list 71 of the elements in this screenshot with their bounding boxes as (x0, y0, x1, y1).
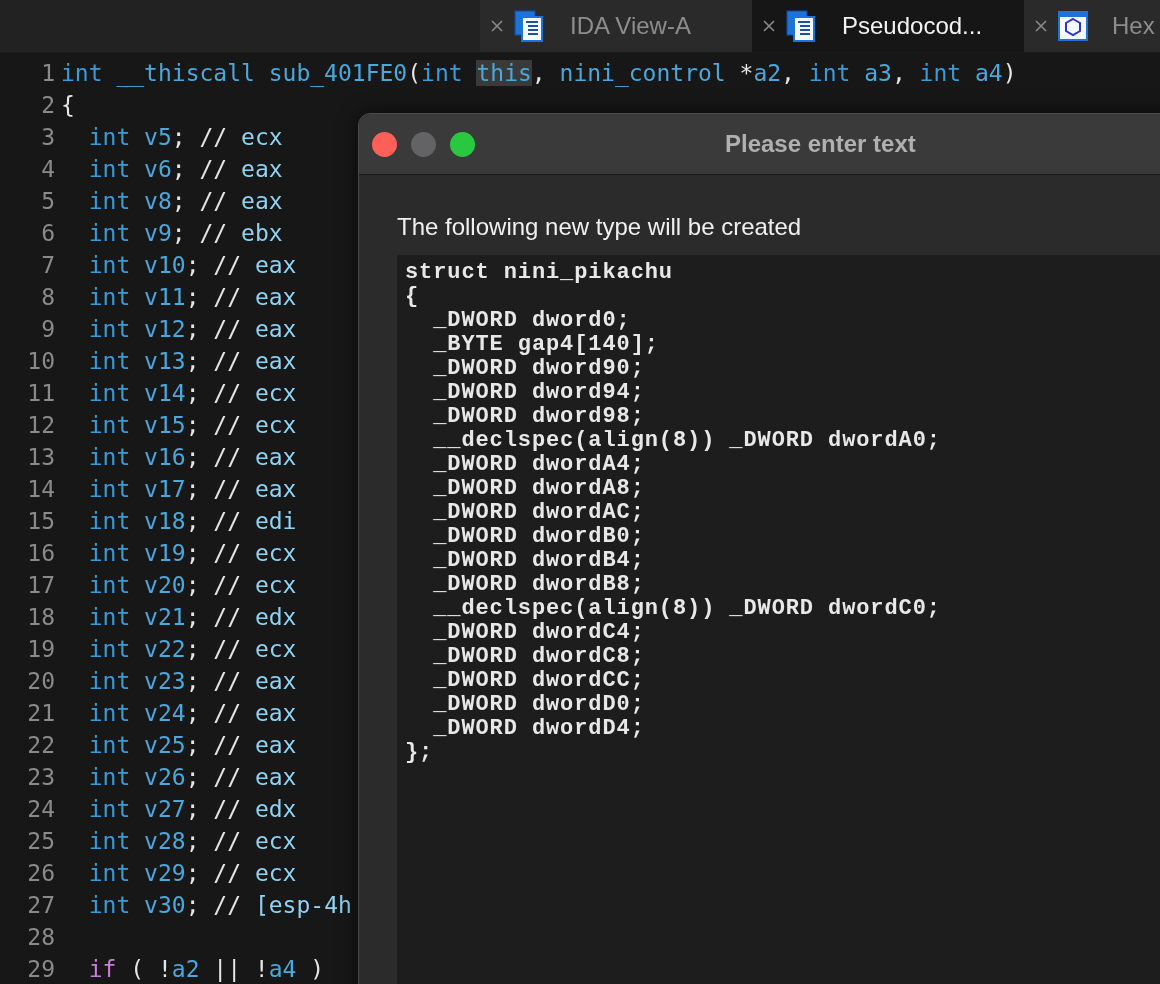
code-line: int v13; // eax (87, 347, 297, 376)
line-number: 11 (26, 379, 56, 408)
code-line: int v9; // ebx (87, 219, 283, 248)
line-number: 21 (26, 699, 56, 728)
code-line: int v20; // ecx (87, 571, 297, 600)
line-number: 2 (40, 91, 56, 120)
code-line: int v17; // eax (87, 475, 297, 504)
code-line: int v8; // eax (87, 187, 283, 216)
zoom-window-button[interactable] (450, 131, 475, 157)
line-number: 12 (26, 411, 56, 440)
code-line: int v14; // ecx (87, 379, 297, 408)
line-number: 13 (26, 443, 56, 472)
line-number: 3 (40, 123, 56, 152)
line-number: 19 (26, 635, 56, 664)
close-window-button[interactable] (372, 131, 397, 157)
editor-tab[interactable]: Hex (1024, 0, 1160, 52)
line-number: 22 (26, 731, 56, 760)
line-number: 25 (26, 827, 56, 856)
code-line: int v10; // eax (87, 251, 297, 280)
line-number: 8 (40, 283, 56, 312)
code-line: int v5; // ecx (87, 123, 283, 152)
editor-tab[interactable]: IDA View-A (480, 0, 752, 52)
code-line: int v29; // ecx (87, 859, 297, 888)
code-line: int v24; // eax (87, 699, 297, 728)
line-number: 9 (40, 315, 56, 344)
code-line: int v11; // eax (87, 283, 297, 312)
line-number: 26 (26, 859, 56, 888)
code-line: int v15; // ecx (87, 411, 297, 440)
line-number: 15 (26, 507, 56, 536)
code-line: int v27; // edx (87, 795, 297, 824)
close-icon[interactable] (490, 19, 504, 33)
line-number: 1 (40, 59, 56, 88)
line-number: 27 (26, 891, 56, 920)
code-line: { (61, 91, 75, 120)
line-number: 17 (26, 571, 56, 600)
editor-tab[interactable]: Pseudocod... (752, 0, 1024, 52)
line-number: 16 (26, 539, 56, 568)
code-line: int v12; // eax (87, 315, 297, 344)
document-list-icon (514, 10, 546, 42)
code-line: int v19; // ecx (87, 539, 297, 568)
close-icon[interactable] (762, 19, 776, 33)
line-number: 14 (26, 475, 56, 504)
line-number: 4 (40, 155, 56, 184)
hexagon-window-icon (1058, 11, 1088, 41)
line-number: 6 (40, 219, 56, 248)
code-line: int v21; // edx (87, 603, 297, 632)
code-line: int v16; // eax (87, 443, 297, 472)
code-line: int v30; // [esp-4h (87, 891, 352, 920)
close-icon[interactable] (1034, 19, 1048, 33)
line-number: 24 (26, 795, 56, 824)
type-text-field[interactable]: struct nini_pikachu { _DWORD dword0; _BYTE gap4[140]; _DWORD dword90; _DWORD dword94; _DWORD dword98; __declspec(align(8)) _DWORD dwordA0; _DWORD dwordA4; _DWORD dwordA8; _DWORD dwordAC; _DWORD dwordB0; _DWORD dwordB4; _DWORD dwordB8; __declspec(align(8)) _DWORD dwordC0; _DWORD dwordC4; _DWORD dwordC8; _DWORD dwordCC; _DWORD dwordD0; _DWORD dwordD4; }; (397, 255, 1160, 984)
line-number: 7 (40, 251, 56, 280)
document-list-icon (786, 10, 818, 42)
code-line: int v25; // eax (87, 731, 297, 760)
code-line: int v6; // eax (87, 155, 283, 184)
line-number: 29 (26, 955, 56, 984)
code-line: if ( !a2 || !a4 ) (87, 955, 325, 984)
code-line: int v28; // ecx (87, 827, 297, 856)
line-number: 23 (26, 763, 56, 792)
line-number: 20 (26, 667, 56, 696)
line-number: 28 (26, 923, 56, 952)
code-line: int v22; // ecx (87, 635, 297, 664)
code-line: int __thiscall sub_401FE0(int this, nini_control *a2, int a3, int a4) (61, 59, 1017, 89)
line-number: 18 (26, 603, 56, 632)
code-line: int v23; // eax (87, 667, 297, 696)
code-line: int v26; // eax (87, 763, 297, 792)
line-number: 10 (26, 347, 56, 376)
line-number: 5 (40, 187, 56, 216)
dialog-title: Please enter text (725, 130, 916, 158)
code-line: int v18; // edi (87, 507, 297, 536)
dialog-message: The following new type will be created (397, 213, 803, 241)
